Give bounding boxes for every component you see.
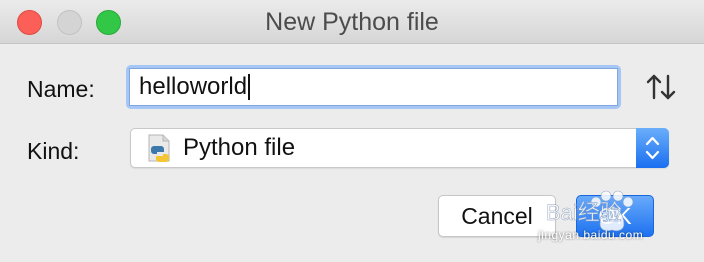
kind-select-stepper[interactable]: [636, 128, 669, 168]
kind-label: Kind:: [27, 138, 80, 164]
kind-select[interactable]: Python file: [130, 128, 669, 168]
dialog-title: New Python file: [265, 8, 439, 36]
name-input[interactable]: helloworld: [129, 68, 618, 106]
title-bar[interactable]: New Python file: [0, 0, 704, 44]
sort-arrows-icon[interactable]: [644, 72, 678, 102]
new-python-file-dialog: New Python file Name: helloworld Kind: P…: [0, 0, 704, 262]
chevron-updown-icon: [645, 136, 660, 160]
watermark-url: jingyan.baidu.com: [538, 228, 644, 242]
name-field-focus-ring: helloworld: [126, 65, 621, 109]
name-label: Name:: [27, 76, 95, 102]
python-file-icon: [148, 134, 170, 162]
text-caret: [248, 74, 251, 100]
name-input-value: helloworld: [139, 73, 248, 100]
kind-select-value: Python file: [183, 134, 296, 161]
